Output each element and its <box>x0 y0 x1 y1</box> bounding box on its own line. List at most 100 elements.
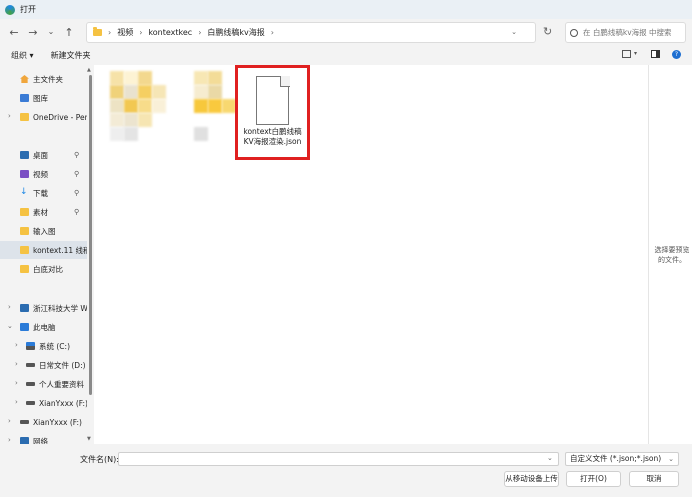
scroll-up-icon[interactable]: ▲ <box>87 67 91 73</box>
sidebar-item-network[interactable]: 网络 <box>0 432 87 444</box>
sidebar-item-label: XianYxxx (F:) <box>33 417 82 427</box>
preview-pane-icon[interactable] <box>651 50 660 58</box>
sidebar-item-label: OneDrive - Per <box>33 112 87 122</box>
sidebar-item-label: 网络 <box>33 436 48 445</box>
sidebar-item-home[interactable]: 主文件夹 <box>0 70 87 88</box>
breadcrumb-separator: › <box>198 28 202 37</box>
app-icon <box>5 4 15 15</box>
forward-arrow-icon[interactable]: → <box>26 25 40 39</box>
dialog-footer: 文件名(N): ⌄ 自定义文件 (*.json;*.json) ⌄ 从移动设备上… <box>0 444 692 497</box>
upload-from-mobile-button[interactable]: 从移动设备上传 <box>504 471 559 487</box>
file-type-dropdown-icon: ⌄ <box>668 455 674 463</box>
gallery-icon <box>20 94 29 102</box>
navigation-pane: 主文件夹 图库 › OneDrive - Per 桌面 ⚲ 视频 ⚲ ↓ 下载 … <box>0 65 93 444</box>
sidebar-item-this-pc[interactable]: 此电脑 <box>0 318 87 336</box>
sidebar-item-university-share[interactable]: 浙江科技大学 W <box>0 299 87 317</box>
breadcrumb-kontextkec[interactable]: kontextkec <box>148 28 192 37</box>
help-icon[interactable]: ? <box>672 50 681 59</box>
title-bar: 打开 <box>0 0 692 19</box>
download-icon: ↓ <box>20 187 28 197</box>
search-box[interactable]: 在 白鹏线稿kv海报 中搜索 <box>565 22 686 43</box>
sidebar-item-input-images[interactable]: 输入图 <box>0 222 87 240</box>
sidebar-item-kontext-lineart[interactable]: kontext.11 线稿 <box>0 241 87 259</box>
view-options-chevron-icon[interactable]: ▾ <box>634 50 637 57</box>
home-icon <box>20 75 29 83</box>
recent-locations-chevron-icon[interactable]: ⌄ <box>44 25 58 39</box>
sidebar-item-label: 日常文件 (D:) <box>39 360 86 370</box>
sidebar-item-drive-f-root[interactable]: XianYxxx (F:) <box>0 413 87 431</box>
file-type-value: 自定义文件 (*.json;*.json) <box>570 454 662 463</box>
video-icon <box>20 170 29 178</box>
breadcrumb-separator: › <box>270 28 274 37</box>
sidebar-item-label: 图库 <box>33 93 48 103</box>
address-row: ← → ⌄ ↑ › 视频 › kontextkec › 白鹏线稿kv海报 › ⌄… <box>0 19 692 46</box>
breadcrumb-separator: › <box>108 28 112 37</box>
refresh-icon[interactable]: ↻ <box>543 25 552 38</box>
preview-pane: 选择要预览的文件。 <box>648 65 692 444</box>
up-arrow-icon[interactable]: ↑ <box>62 25 76 39</box>
file-list[interactable]: kontext白鹏线稿 KV海报渲染.json <box>94 65 648 444</box>
back-arrow-icon[interactable]: ← <box>7 25 21 39</box>
folder-icon <box>20 208 29 216</box>
file-name: kontext白鹏线稿 KV海报渲染.json <box>238 127 307 147</box>
breadcrumb-videos[interactable]: 视频 <box>117 27 133 38</box>
sidebar-item-label: 系统 (C:) <box>39 341 70 351</box>
address-bar[interactable]: › 视频 › kontextkec › 白鹏线稿kv海报 › ⌄ <box>86 22 536 43</box>
pin-icon: ⚲ <box>74 151 80 159</box>
breadcrumb-current-folder[interactable]: 白鹏线稿kv海报 <box>207 27 264 38</box>
sidebar-item-drive-d[interactable]: 日常文件 (D:) <box>0 356 87 374</box>
organize-button[interactable]: 组织 ▾ <box>11 50 34 61</box>
sidebar-item-drive-e[interactable]: 个人重要资料 ( <box>0 375 87 393</box>
file-item-json[interactable]: kontext白鹏线稿 KV海报渲染.json <box>235 65 310 160</box>
sidebar-item-label: 输入图 <box>33 226 56 236</box>
sidebar-item-label: 白底对比 <box>33 264 63 274</box>
sidebar-item-label: 视频 <box>33 169 48 179</box>
sidebar-scrollbar[interactable] <box>89 75 92 395</box>
drive-icon <box>26 363 35 367</box>
sidebar-item-label: 主文件夹 <box>33 74 63 84</box>
document-fold-icon <box>280 76 290 87</box>
file-name-line1: kontext白鹏线稿 <box>243 127 302 136</box>
open-button[interactable]: 打开(O) <box>566 471 621 487</box>
sidebar-item-white-compare[interactable]: 白底对比 <box>0 260 87 278</box>
pin-icon: ⚲ <box>74 170 80 178</box>
folder-icon <box>20 246 29 254</box>
drive-icon <box>26 401 35 405</box>
file-type-select[interactable]: 自定义文件 (*.json;*.json) ⌄ <box>565 452 679 466</box>
folder-icon <box>20 265 29 273</box>
sidebar-item-drive-c[interactable]: 系统 (C:) <box>0 337 87 355</box>
window-title: 打开 <box>20 5 36 14</box>
pin-icon: ⚲ <box>74 189 80 197</box>
address-dropdown-icon[interactable]: ⌄ <box>511 28 517 36</box>
folder-icon <box>93 27 102 36</box>
sidebar-item-label: 素材 <box>33 207 48 217</box>
network-icon <box>20 304 29 312</box>
sidebar-item-onedrive[interactable]: OneDrive - Per <box>0 108 87 126</box>
sidebar-item-drive-f[interactable]: XianYxxx (F:) <box>0 394 87 412</box>
search-placeholder: 在 白鹏线稿kv海报 中搜索 <box>583 28 672 37</box>
sidebar-item-label: 桌面 <box>33 150 48 160</box>
pc-icon <box>20 323 29 331</box>
drive-icon <box>20 420 29 424</box>
sidebar-item-gallery[interactable]: 图库 <box>0 89 87 107</box>
drive-icon <box>26 382 35 386</box>
cancel-button[interactable]: 取消 <box>629 471 679 487</box>
system-drive-icon <box>26 342 35 350</box>
folder-icon <box>20 113 29 121</box>
folder-icon <box>20 227 29 235</box>
new-folder-button[interactable]: 新建文件夹 <box>51 50 91 61</box>
sidebar-item-label: kontext.11 线稿 <box>33 245 87 255</box>
toolbar: 组织 ▾ 新建文件夹 ▾ ? <box>0 46 692 65</box>
sidebar-item-label: 浙江科技大学 W <box>33 303 87 313</box>
desktop-icon <box>20 151 29 159</box>
sidebar-item-label: 此电脑 <box>33 322 56 332</box>
sidebar-item-label: 个人重要资料 ( <box>39 379 87 389</box>
view-options-icon[interactable] <box>622 50 631 58</box>
scroll-down-icon[interactable]: ▼ <box>87 436 91 442</box>
breadcrumb-separator: › <box>139 28 143 37</box>
filename-dropdown-icon[interactable]: ⌄ <box>547 454 553 462</box>
search-icon <box>570 28 578 37</box>
file-name-line2: KV海报渲染.json <box>243 137 302 146</box>
network-icon <box>20 437 29 444</box>
filename-input[interactable] <box>118 452 559 466</box>
